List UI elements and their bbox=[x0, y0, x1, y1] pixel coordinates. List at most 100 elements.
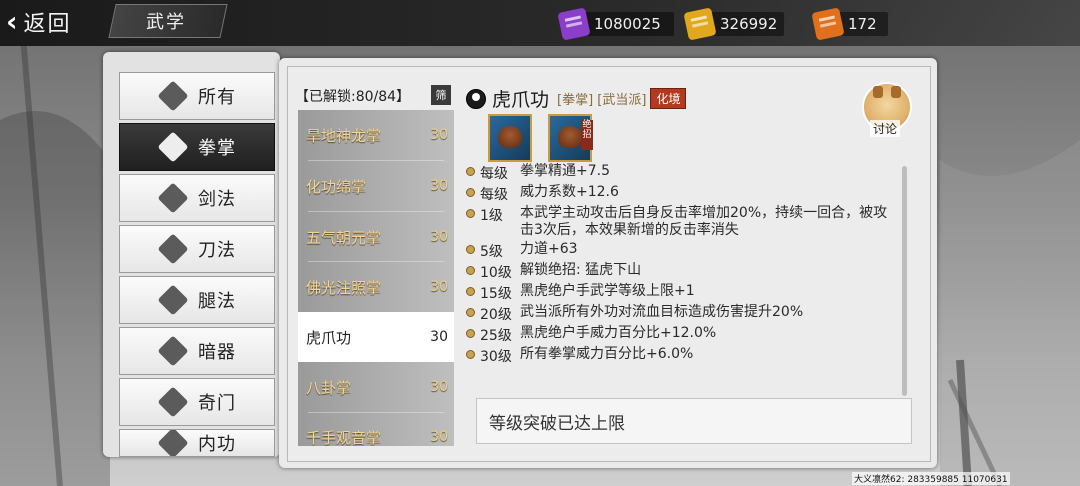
category-label: 奇门 bbox=[198, 393, 236, 414]
skill-level: 30 bbox=[430, 329, 448, 345]
purple-scroll-icon bbox=[557, 7, 591, 41]
claw-icon bbox=[498, 126, 522, 148]
effects-list: 每级 拳掌精通+7.5 每级 威力系数+12.6 1级 本武学主动攻击后自身反击… bbox=[466, 163, 896, 379]
skill-tags: [拳掌] [武当派] bbox=[557, 93, 647, 108]
bullet-icon bbox=[466, 329, 475, 338]
effect-text: 拳掌精通+7.5 bbox=[520, 163, 610, 179]
skill-detail-name: 虎爪功 bbox=[492, 89, 550, 111]
skill-level: 30 bbox=[430, 229, 448, 245]
effect-text: 黑虎绝户手武学等级上限+1 bbox=[520, 283, 695, 299]
category-sword[interactable]: 剑法 bbox=[119, 174, 275, 222]
category-label: 暗器 bbox=[198, 342, 236, 363]
bullet-icon bbox=[466, 209, 475, 218]
skill-item[interactable]: 旱地神龙掌 30 bbox=[298, 110, 454, 160]
all-icon bbox=[158, 81, 188, 111]
avatar-ear bbox=[891, 86, 901, 98]
resource-value: 1080025 bbox=[594, 15, 661, 33]
skill-name: 八卦掌 bbox=[306, 378, 352, 397]
unlocked-count: 【已解锁:80/84】 bbox=[295, 89, 411, 105]
effect-level: 10级 bbox=[480, 265, 512, 281]
category-label: 拳掌 bbox=[198, 138, 236, 159]
back-label: 返回 bbox=[23, 12, 72, 37]
special-weapon-icon bbox=[158, 387, 188, 417]
player-id-watermark: 大义凛然62: 283359885 11070631 bbox=[852, 472, 1010, 485]
effect-level: 每级 bbox=[480, 187, 508, 203]
category-label: 所有 bbox=[198, 87, 236, 108]
skill-name: 千手观音掌 bbox=[306, 428, 382, 447]
resource-fire: 172 bbox=[811, 7, 877, 41]
avatar-ear bbox=[873, 86, 883, 98]
bullet-icon bbox=[466, 266, 475, 275]
category-label: 腿法 bbox=[198, 291, 236, 312]
effect-text: 武当派所有外功对流血目标造成伤害提升20% bbox=[520, 304, 804, 320]
category-blade[interactable]: 刀法 bbox=[119, 225, 275, 273]
skill-level: 30 bbox=[430, 429, 448, 445]
skill-item-selected[interactable]: 虎爪功 30 bbox=[298, 312, 454, 362]
resource-value: 172 bbox=[848, 15, 877, 33]
effects-scrollbar[interactable] bbox=[902, 166, 907, 396]
level-break-status: 等级突破已达上限 bbox=[476, 398, 912, 444]
category-panel: 所有 拳掌 剑法 刀法 腿法 暗器 奇门 内功 bbox=[103, 52, 280, 457]
filter-button[interactable]: 筛 bbox=[431, 85, 451, 105]
bullet-icon bbox=[466, 245, 475, 254]
effect-level: 5级 bbox=[480, 244, 503, 260]
category-special[interactable]: 奇门 bbox=[119, 378, 275, 426]
skill-item[interactable]: 八卦掌 30 bbox=[298, 362, 454, 412]
chevron-left-icon: ‹ bbox=[6, 5, 18, 38]
skill-detail-header: 虎爪功 [拳掌] [武当派] 化境 bbox=[466, 85, 687, 112]
resource-value: 326992 bbox=[720, 15, 778, 33]
wudang-taiji-icon bbox=[466, 88, 486, 109]
skill-list[interactable]: 旱地神龙掌 30 化功绵掌 30 五气朝元掌 30 佛光注照掌 30 虎爪功 3… bbox=[298, 110, 454, 446]
skill-level: 30 bbox=[430, 279, 448, 295]
realm-badge: 化境 bbox=[650, 88, 687, 109]
effect-level: 30级 bbox=[480, 349, 512, 365]
category-label: 剑法 bbox=[198, 189, 236, 210]
internal-icon bbox=[158, 430, 188, 456]
effect-level: 15级 bbox=[480, 286, 512, 302]
skill-item[interactable]: 佛光注照掌 30 bbox=[298, 262, 454, 312]
effect-level: 25级 bbox=[480, 328, 512, 344]
back-button[interactable]: ‹ 返回 bbox=[6, 6, 72, 38]
category-internal[interactable]: 内功 bbox=[119, 429, 275, 457]
skill-level: 30 bbox=[430, 379, 448, 395]
resource-gold: 326992 bbox=[683, 7, 778, 41]
skill-level: 30 bbox=[430, 178, 448, 194]
bullet-icon bbox=[466, 167, 475, 176]
blade-icon bbox=[158, 234, 188, 264]
effect-level: 20级 bbox=[480, 307, 512, 323]
tiger-claw-ultimate-icon[interactable]: 绝招 bbox=[548, 114, 593, 162]
claw-icon bbox=[558, 126, 582, 148]
discuss-label[interactable]: 讨论 bbox=[870, 120, 901, 137]
skill-name: 佛光注照掌 bbox=[306, 278, 382, 297]
skill-item[interactable]: 千手观音掌 30 bbox=[298, 412, 454, 447]
skill-item[interactable]: 化功绵掌 30 bbox=[298, 161, 454, 211]
skill-name: 旱地神龙掌 bbox=[306, 126, 382, 145]
kick-icon bbox=[158, 285, 188, 315]
effect-text: 解锁绝招: 猛虎下山 bbox=[520, 262, 642, 278]
level-break-text: 等级突破已达上限 bbox=[489, 413, 625, 434]
skill-name: 虎爪功 bbox=[306, 328, 352, 347]
effect-text: 所有拳掌威力百分比+6.0% bbox=[520, 346, 694, 362]
category-hidden-weapon[interactable]: 暗器 bbox=[119, 327, 275, 375]
bullet-icon bbox=[466, 287, 475, 296]
bullet-icon bbox=[466, 188, 475, 197]
effect-text: 本武学主动攻击后自身反击率增加20%，持续一回合，被攻击3次后，本效果新增的反击… bbox=[520, 205, 888, 238]
skill-name: 化功绵掌 bbox=[306, 177, 367, 196]
bullet-icon bbox=[466, 308, 475, 317]
sword-icon bbox=[158, 183, 188, 213]
skill-name: 五气朝元掌 bbox=[306, 228, 382, 247]
effect-level: 每级 bbox=[480, 166, 508, 182]
effect-text: 黑虎绝户手威力百分比+12.0% bbox=[520, 325, 717, 341]
category-label: 内功 bbox=[198, 434, 236, 455]
resource-purple: 1080025 bbox=[557, 7, 661, 41]
skill-level: 30 bbox=[430, 127, 448, 143]
tiger-claw-move-icon[interactable] bbox=[488, 114, 532, 162]
category-all[interactable]: 所有 bbox=[119, 72, 275, 120]
category-fist[interactable]: 拳掌 bbox=[119, 123, 275, 171]
category-kick[interactable]: 腿法 bbox=[119, 276, 275, 324]
skill-item[interactable]: 五气朝元掌 30 bbox=[298, 212, 454, 262]
page-title: 武学 bbox=[146, 12, 186, 33]
effect-text: 力道+63 bbox=[520, 241, 578, 257]
category-label: 刀法 bbox=[198, 240, 236, 261]
ultimate-badge: 绝招 bbox=[581, 120, 593, 150]
